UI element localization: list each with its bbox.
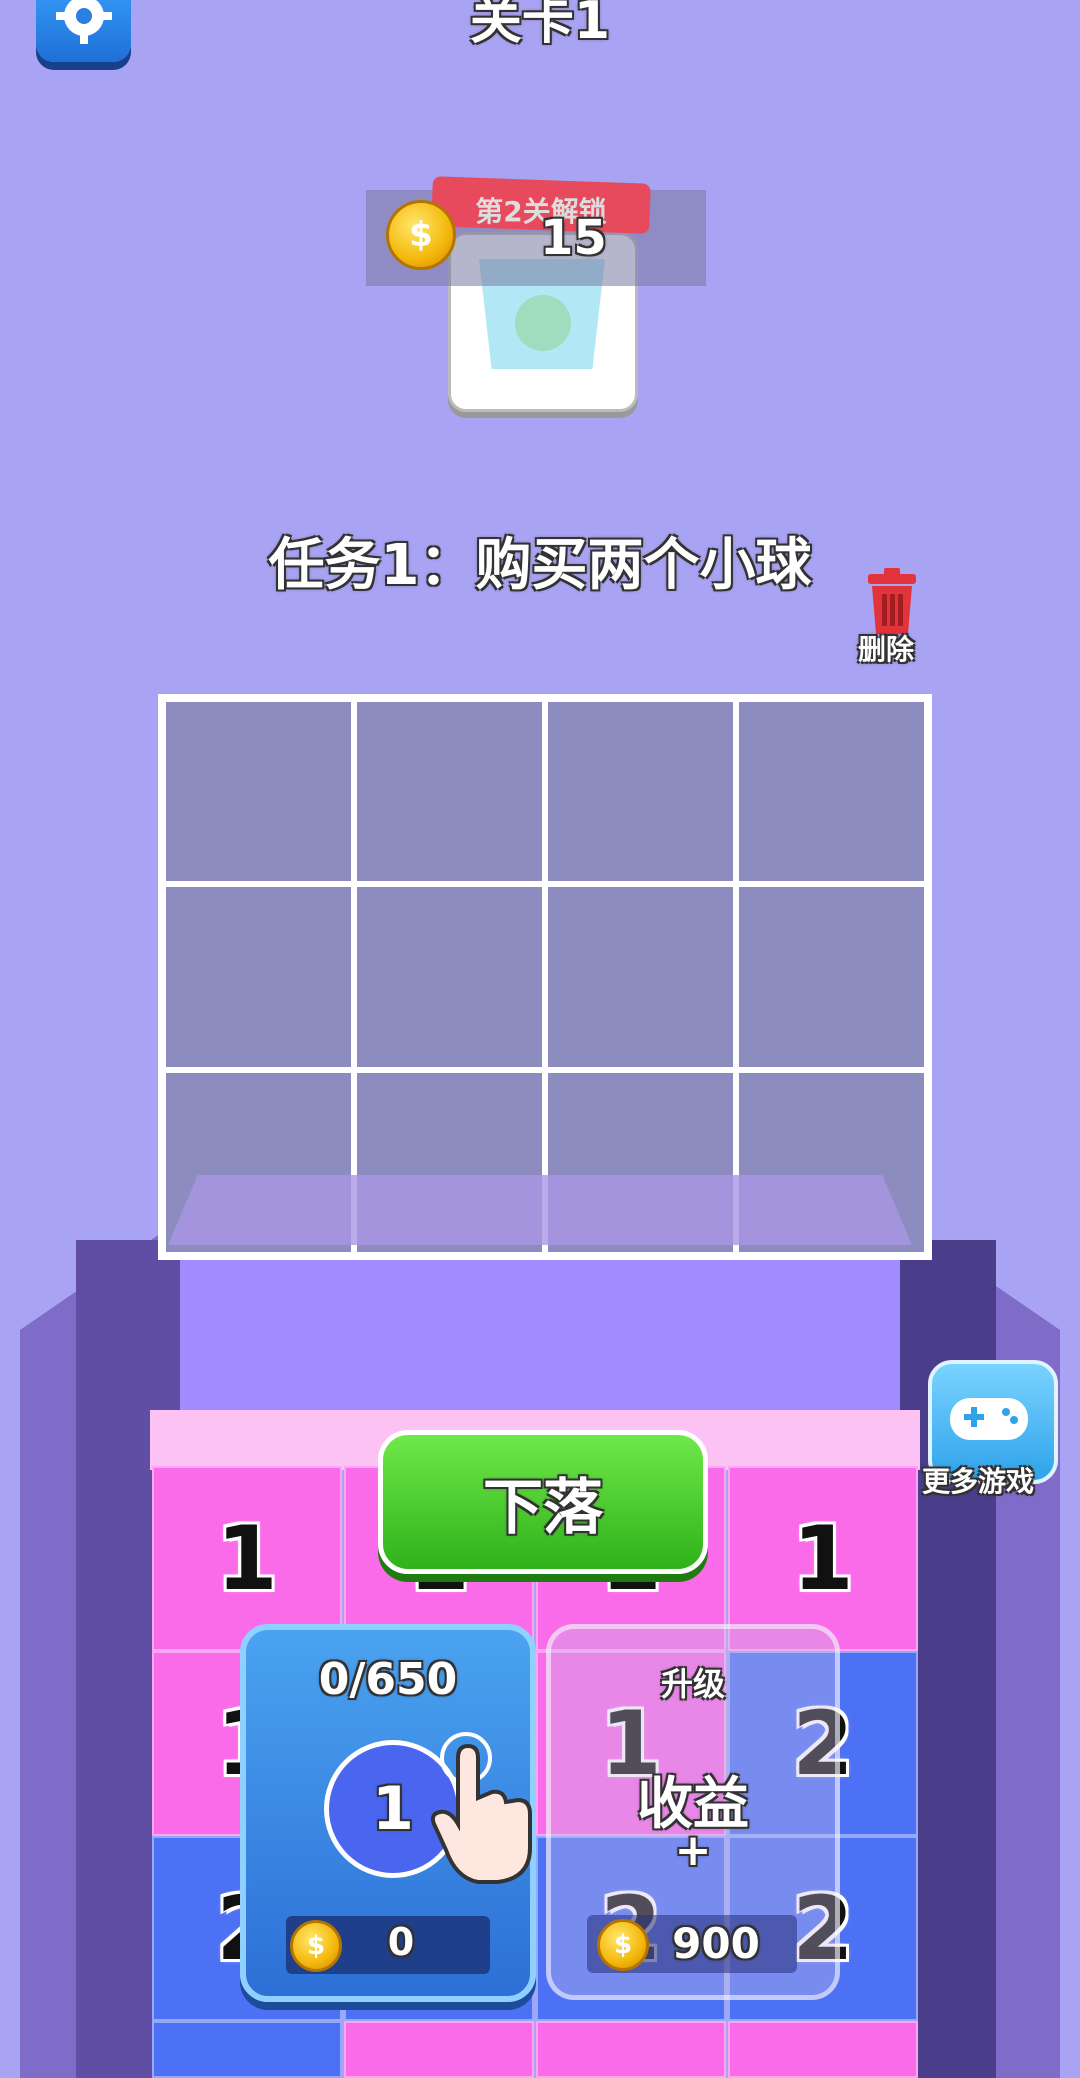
grid-cell[interactable] bbox=[354, 884, 545, 1070]
grid-cell[interactable] bbox=[163, 699, 354, 885]
drop-label: 下落 bbox=[483, 1472, 603, 1543]
upgrade-price: 900 bbox=[672, 1919, 760, 1968]
block bbox=[344, 2021, 534, 2078]
upgrade-income-card[interactable]: 升级 收益 + $ 900 bbox=[546, 1624, 840, 2000]
drop-button[interactable]: 下落 bbox=[378, 1430, 708, 1574]
upgrade-plus: + bbox=[674, 1825, 712, 1876]
block bbox=[152, 2021, 342, 2078]
gamepad-icon bbox=[950, 1398, 1028, 1440]
block bbox=[536, 2021, 726, 2078]
grid-cell[interactable] bbox=[736, 699, 927, 885]
grid-cell[interactable] bbox=[545, 884, 736, 1070]
level-title: 关卡1 bbox=[469, 0, 611, 51]
grid-ledge bbox=[168, 1175, 912, 1245]
block bbox=[728, 2021, 918, 2078]
grid-cell[interactable] bbox=[545, 699, 736, 885]
ball-level: 1 bbox=[372, 1774, 414, 1844]
grid-cell[interactable] bbox=[354, 699, 545, 885]
grid-cell[interactable] bbox=[163, 884, 354, 1070]
tutorial-hand-icon bbox=[430, 1732, 532, 1884]
upgrade-title: 升级 bbox=[660, 1665, 725, 1703]
cup-coin-icon bbox=[515, 295, 571, 351]
coin-icon: $ bbox=[386, 200, 456, 270]
container-back bbox=[180, 1250, 900, 1430]
ball-price: 0 bbox=[387, 1920, 415, 1964]
more-games-label: 更多游戏 bbox=[922, 1465, 1035, 1498]
grid-cell[interactable] bbox=[736, 884, 927, 1070]
unlock-cost: 15 bbox=[540, 210, 607, 266]
ball-progress: 0/650 bbox=[318, 1654, 458, 1705]
delete-label: 删除 bbox=[858, 633, 915, 666]
